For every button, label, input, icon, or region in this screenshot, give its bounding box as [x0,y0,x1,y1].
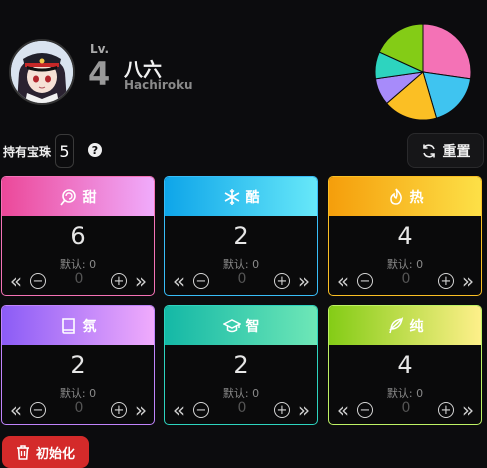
max-button[interactable]: » [460,400,476,420]
attribute-default: 默认: 0 [386,258,424,271]
attribute-label: 氛 [82,318,97,335]
amount-input[interactable]: 0 [227,400,257,416]
pie-slice [422,23,472,80]
attribute-label: 酷 [245,189,260,206]
minus-icon[interactable]: − [357,273,373,289]
amount-input[interactable]: 0 [391,271,421,287]
flame-icon [389,187,402,205]
min-button[interactable]: « [335,400,351,420]
min-button[interactable]: « [171,271,187,291]
level-number: 4 [88,55,111,93]
attribute-value: 4 [397,351,413,379]
max-button[interactable]: » [296,271,312,291]
max-button[interactable]: » [296,400,312,420]
attribute-card-header: 酷 [165,177,317,216]
attribute-value: 2 [233,222,249,250]
attribute-value: 2 [233,351,249,379]
attribute-value: 4 [397,222,413,250]
attribute-label: 热 [409,189,424,206]
plus-icon[interactable]: + [111,273,127,289]
book-icon [61,317,75,334]
level-label: Lv. [90,42,110,56]
attribute-card-header: 纯 [329,306,481,345]
plus-icon[interactable]: + [274,402,290,418]
attribute-value: 2 [70,351,86,379]
attribute-card-header: 氛 [2,306,154,345]
gem-count: 5 [55,134,74,168]
attribute-card-header: 智 [165,306,317,345]
initialize-button[interactable]: 初始化 [2,436,89,468]
lollipop-icon [59,188,76,206]
attribute-label: 甜 [82,189,97,206]
plus-icon[interactable]: + [274,273,290,289]
amount-input[interactable]: 0 [64,271,94,287]
attribute-card: 氛 2 默认: 0 « − 0 + » [1,305,155,425]
reset-button[interactable]: 重置 [407,133,484,168]
initialize-button-label: 初始化 [35,446,75,462]
max-button[interactable]: » [460,271,476,291]
character-romaji: Hachiroku [124,78,193,92]
attribute-label: 智 [245,318,260,335]
attribute-default: 默认: 0 [222,387,260,400]
attribute-card-header: 热 [329,177,481,216]
min-button[interactable]: « [171,400,187,420]
minus-icon[interactable]: − [193,273,209,289]
plus-icon[interactable]: + [438,402,454,418]
plus-icon[interactable]: + [111,402,127,418]
attribute-card: 纯 4 默认: 0 « − 0 + » [328,305,482,425]
attribute-value: 6 [70,222,86,250]
reset-button-label: 重置 [442,143,471,160]
gem-label: 持有宝珠 [3,145,52,159]
attribute-default: 默认: 0 [59,387,97,400]
amount-input[interactable]: 0 [64,400,94,416]
min-button[interactable]: « [8,271,24,291]
min-button[interactable]: « [8,400,24,420]
min-button[interactable]: « [335,271,351,291]
attribute-card: 智 2 默认: 0 « − 0 + » [164,305,318,425]
attribute-card: 酷 2 默认: 0 « − 0 + » [164,176,318,296]
attribute-card-header: 甜 [2,177,154,216]
attribute-default: 默认: 0 [222,258,260,271]
minus-icon[interactable]: − [357,402,373,418]
attribute-label: 纯 [409,318,424,335]
trash-icon [16,444,29,460]
avatar [9,39,75,105]
refresh-icon [422,143,435,158]
snowflake-icon [224,188,239,205]
max-button[interactable]: » [133,271,149,291]
attribute-default: 默认: 0 [59,258,97,271]
plus-icon[interactable]: + [438,273,454,289]
feather-icon [388,316,403,333]
attribute-default: 默认: 0 [386,387,424,400]
attribute-pie-chart [374,23,472,121]
amount-input[interactable]: 0 [227,271,257,287]
help-icon[interactable]: ? [88,143,102,157]
amount-input[interactable]: 0 [391,400,421,416]
attribute-card: 热 4 默认: 0 « − 0 + » [328,176,482,296]
minus-icon[interactable]: − [193,402,209,418]
minus-icon[interactable]: − [30,402,46,418]
minus-icon[interactable]: − [30,273,46,289]
graduation-cap-icon [222,318,241,332]
attribute-card: 甜 6 默认: 0 « − 0 + » [1,176,155,296]
max-button[interactable]: » [133,400,149,420]
